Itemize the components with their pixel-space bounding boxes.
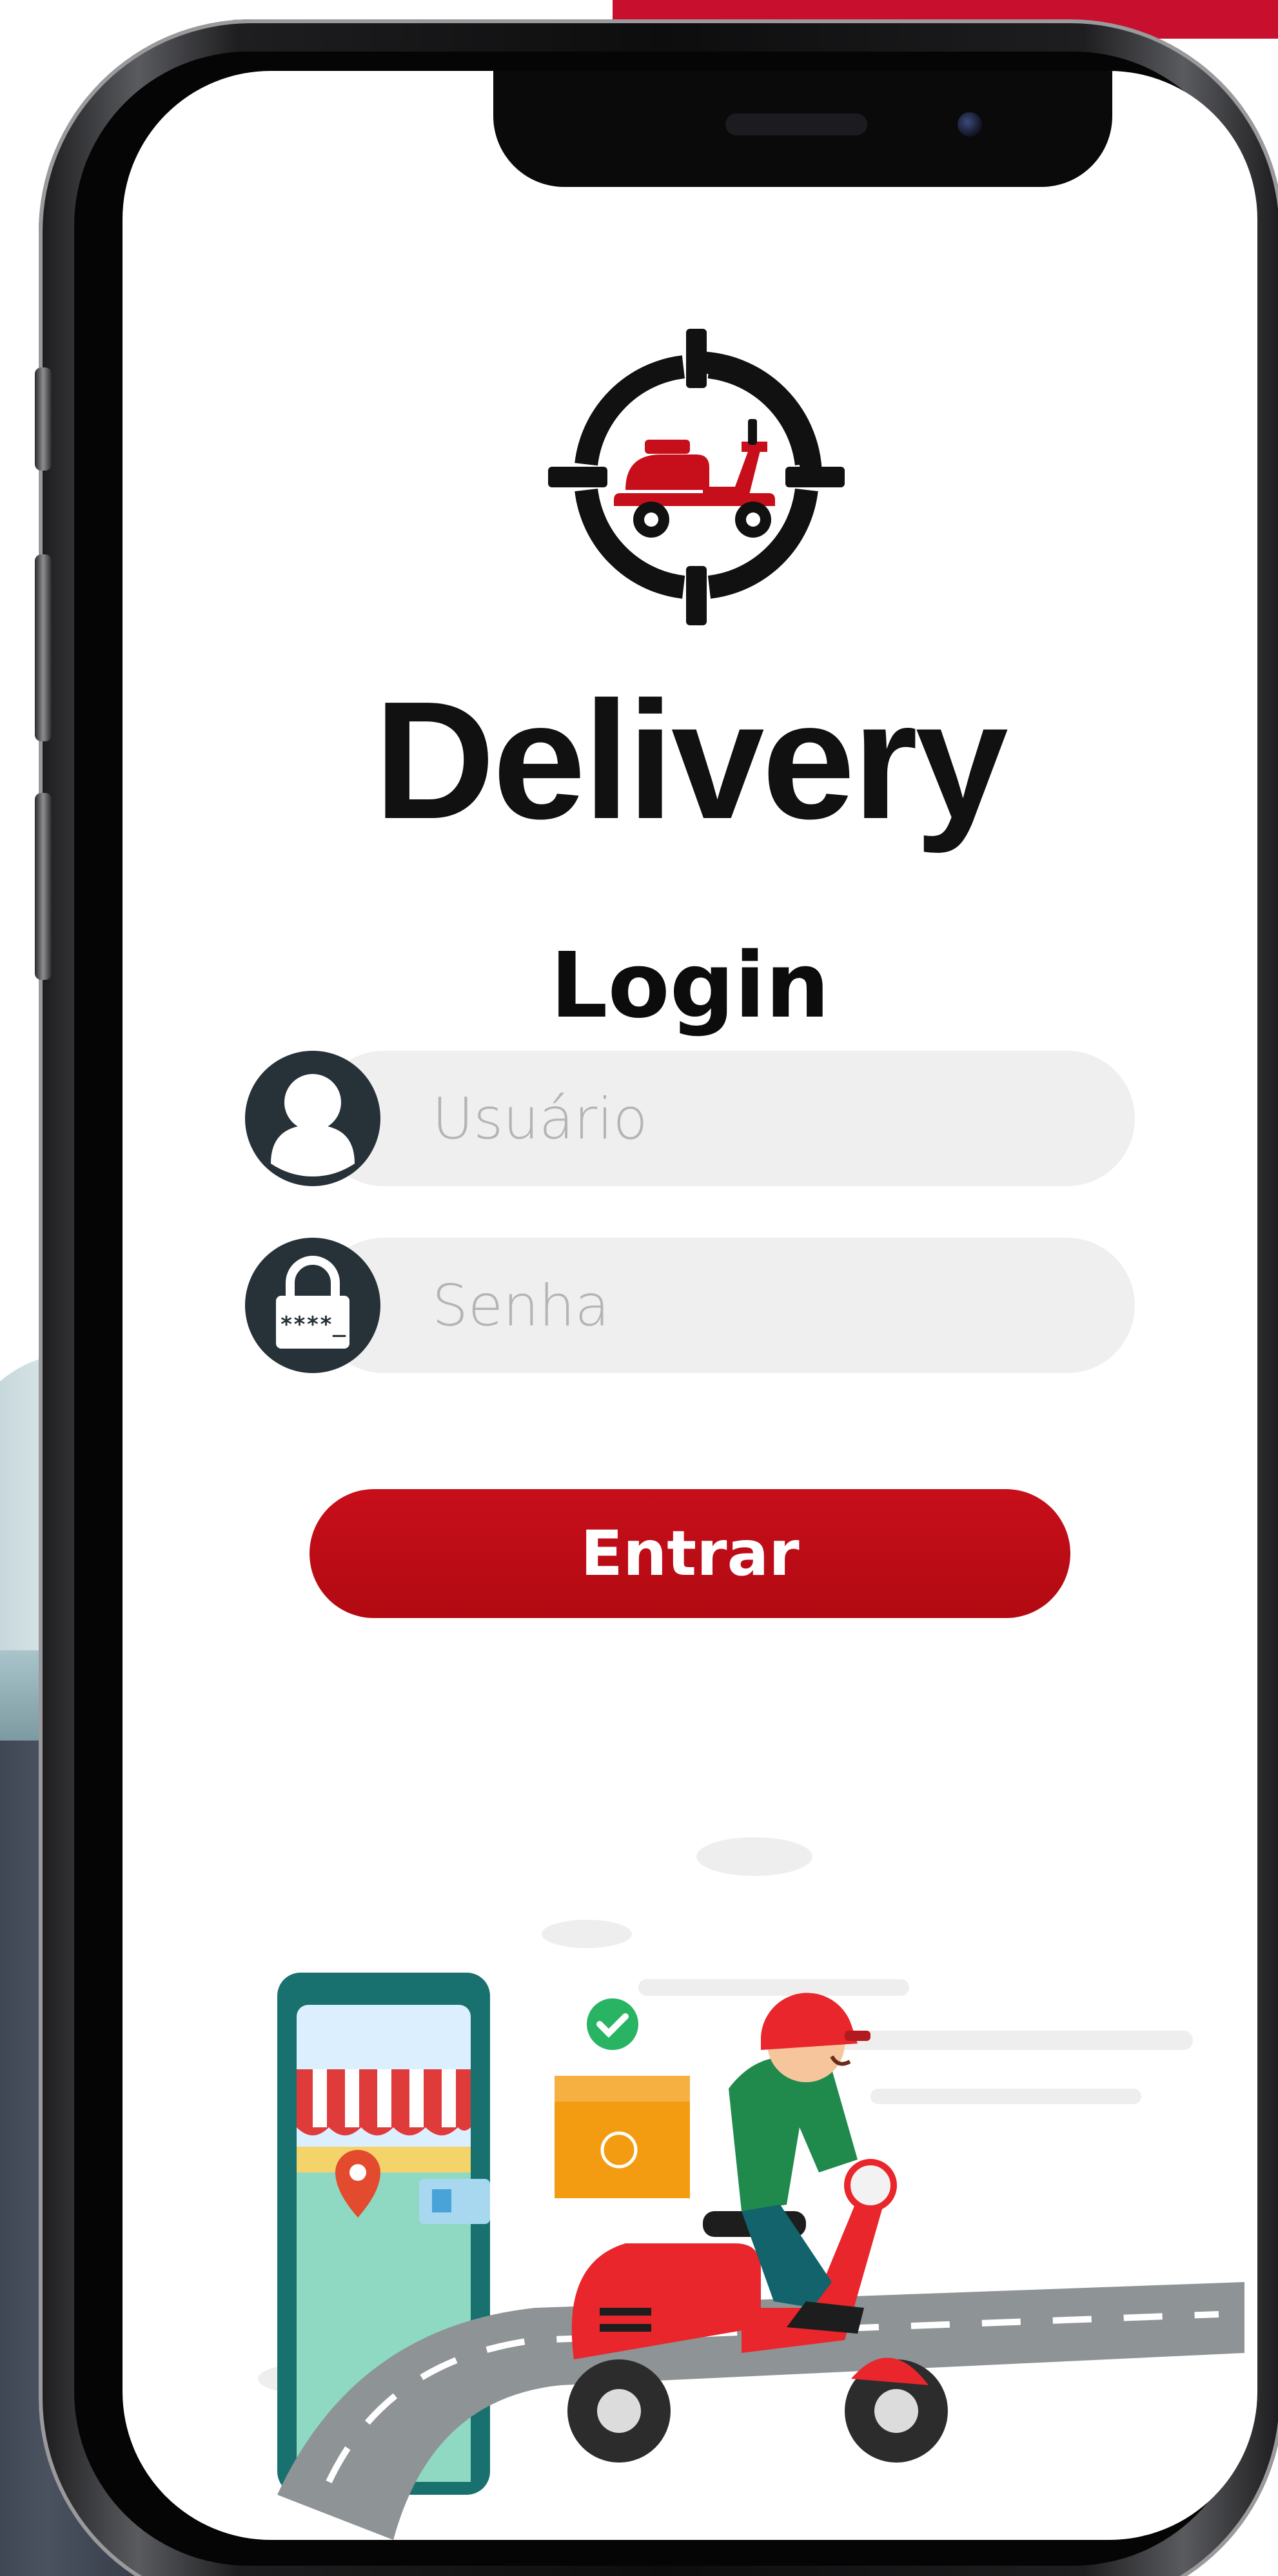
page-title: Login <box>550 933 830 1039</box>
volume-down-button <box>35 793 52 980</box>
enter-button[interactable]: Entrar <box>310 1489 1070 1618</box>
lock-icon-text: ****_ <box>280 1312 346 1338</box>
username-field-group <box>245 1051 1135 1186</box>
mute-switch <box>35 367 52 471</box>
delivery-logo-icon <box>548 329 845 625</box>
speaker-grille <box>725 113 867 135</box>
front-camera <box>958 112 982 137</box>
lock-icon: ****_ <box>245 1238 380 1373</box>
phone-screen: Delivery Login ****_ E <box>123 71 1257 2540</box>
password-input[interactable] <box>316 1238 1135 1373</box>
password-field-group: ****_ <box>245 1238 1135 1373</box>
notch <box>493 71 1112 187</box>
stage: Delivery Login ****_ E <box>0 0 1278 2576</box>
username-input[interactable] <box>316 1051 1135 1186</box>
volume-up-button <box>35 554 52 741</box>
delivery-scooter-illustration <box>258 1837 1244 2540</box>
user-icon <box>245 1051 380 1186</box>
brand-name: Delivery <box>374 667 1008 854</box>
